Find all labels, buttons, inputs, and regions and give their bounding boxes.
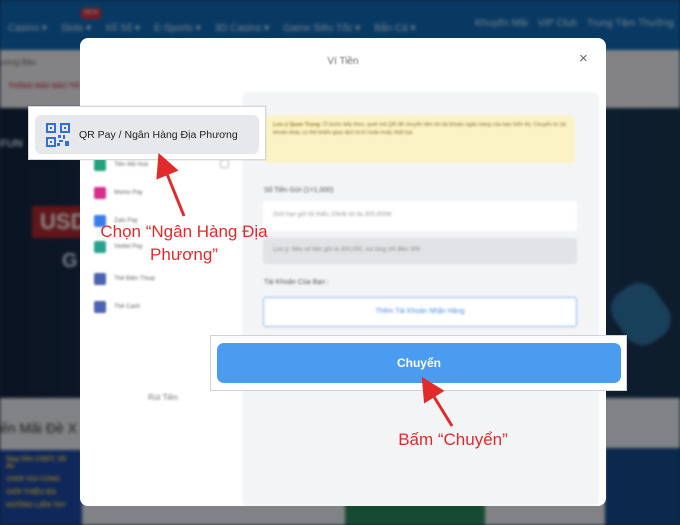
payment-method-cashcard[interactable]: Thẻ Cash (94, 298, 140, 316)
amount-label: Số Tiền Gửi (1=1,000) (264, 187, 334, 194)
cashcard-icon (94, 301, 106, 313)
add-account-button[interactable]: Thêm Tài Khoản Nhận Hàng (263, 297, 577, 327)
phonecard-icon (94, 273, 106, 285)
payment-method-momo[interactable]: Momo Pay (94, 184, 143, 202)
payment-method-phonecard[interactable]: Thẻ Điện Thoại (94, 270, 155, 288)
payment-method-label: Momo Pay (114, 190, 143, 196)
payment-method-label: Thẻ Điện Thoại (114, 276, 155, 282)
payment-method-label: Thẻ Cash (114, 304, 141, 310)
close-icon[interactable]: × (579, 51, 588, 66)
annotation-choose-local-bank: Chọn “Ngân Hàng Địa Phương” (100, 222, 268, 264)
momo-icon (94, 187, 106, 199)
amount-hint: Lưu ý: Nếu số tiền gửi là 300,000, vui l… (263, 238, 577, 264)
amount-input[interactable]: Giới hạn gửi tối thiểu 10k/lệ tối đa 300… (263, 201, 577, 231)
withdraw-tab[interactable]: Rút Tiền (148, 393, 178, 402)
transfer-button[interactable]: Chuyển (217, 343, 621, 383)
payment-method-qr-pay[interactable]: QR Pay / Ngân Hàng Địa Phương (35, 115, 259, 154)
modal-title: Ví Tiền (327, 56, 359, 67)
notice-title: Lưu ý Quan Trọng: (273, 122, 322, 128)
qr-pay-highlight: QR Pay / Ngân Hàng Địa Phương (28, 106, 266, 160)
submit-highlight: Chuyển (210, 335, 627, 391)
account-label: Tài Khoản Của Bạn : (264, 279, 329, 286)
tether-icon (94, 159, 106, 171)
qr-pay-label: QR Pay / Ngân Hàng Địa Phương (79, 128, 238, 141)
qr-code-icon (46, 122, 70, 147)
annotation-press-transfer: Bấm “Chuyển” (398, 430, 508, 449)
checkbox-icon (220, 159, 229, 168)
important-notice: Lưu ý Quan Trọng: Ở bước tiếp theo, quét… (265, 115, 575, 163)
payment-method-label: Tiền Mã Hoá (114, 162, 149, 168)
